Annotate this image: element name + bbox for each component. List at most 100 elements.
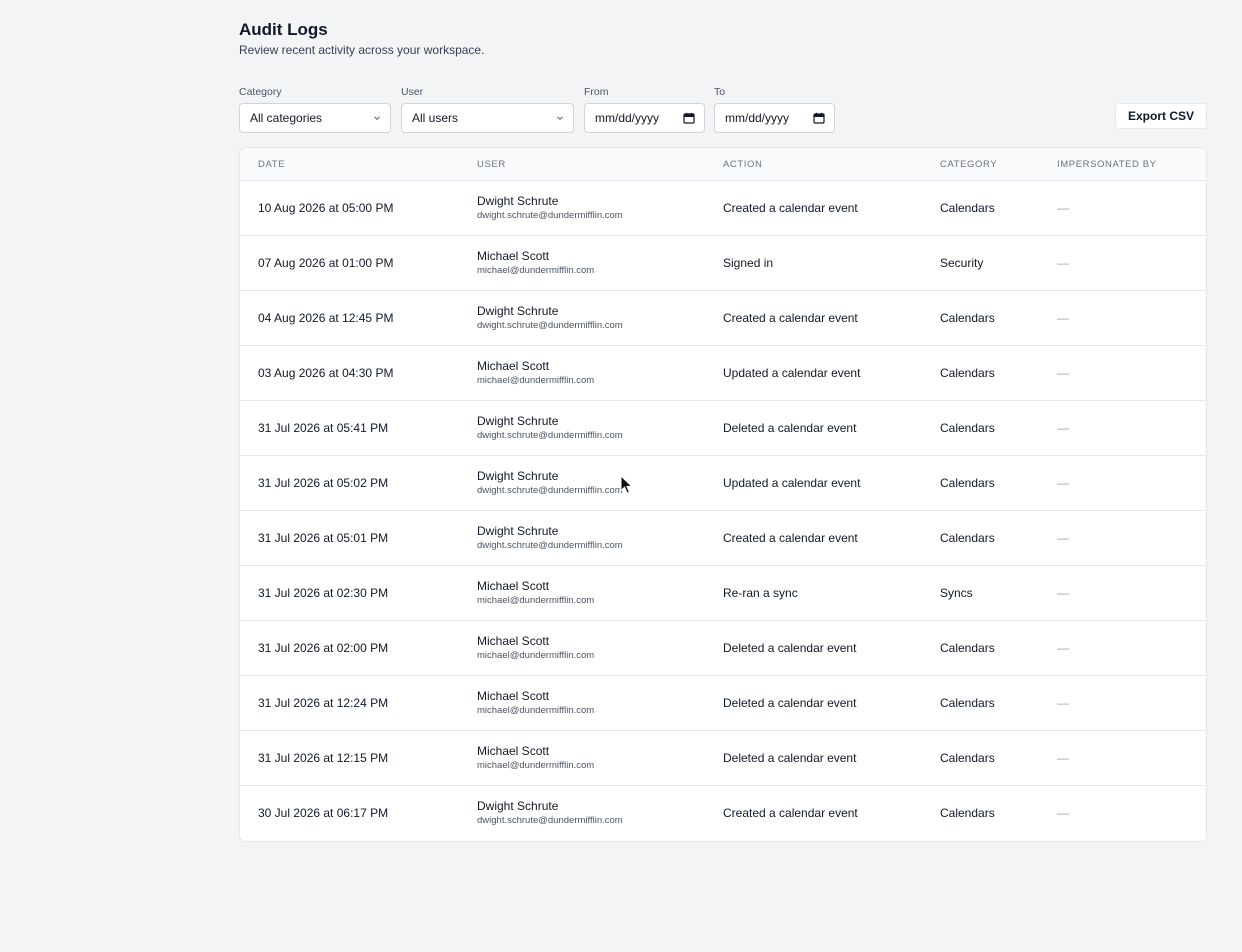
page-title: Audit Logs (239, 20, 328, 39)
impersonated-by-text: — (1057, 201, 1069, 215)
row-action: Re-ran a sync (723, 566, 798, 620)
row-action: Deleted a calendar event (723, 401, 856, 455)
export-csv-button[interactable]: Export CSV (1114, 103, 1207, 129)
row-category: Calendars (940, 401, 995, 455)
table-body: 10 Aug 2026 at 05:00 PM Dwight Schrute dwi… (240, 181, 1206, 841)
table-row: 03 Aug 2026 at 04:30 PM Michael Scott mich… (240, 346, 1206, 401)
to-filter-label: To (714, 86, 726, 98)
date-text: 31 Jul 2026 at 02:00 PM (258, 641, 389, 655)
category-text: Calendars (940, 531, 995, 545)
row-impersonated-by: — (1057, 676, 1069, 730)
calendar-icon[interactable] (683, 112, 695, 124)
category-text: Calendars (940, 476, 995, 490)
calendar-icon[interactable] (813, 112, 825, 124)
row-date: 30 Jul 2026 at 06:17 PM (258, 786, 388, 840)
user-name: Dwight Schrute (477, 304, 559, 318)
action-text: Created a calendar event (723, 531, 858, 545)
page-subtitle: Review recent activity across your works… (239, 43, 485, 57)
table-row: 31 Jul 2026 at 12:24 PM Michael Scott mich… (240, 676, 1206, 731)
column-header-action: ACTION (723, 159, 763, 170)
table-row: 30 Jul 2026 at 06:17 PM Dwight Schrute dwi… (240, 786, 1206, 841)
row-action: Deleted a calendar event (723, 621, 856, 675)
to-filter: To mm/dd/yyyy (714, 85, 835, 133)
user-email: michael@dundermifflin.com (477, 705, 595, 716)
row-action: Created a calendar event (723, 291, 858, 345)
category-select[interactable]: All categories (239, 103, 391, 133)
row-user: Dwight Schrute dwight.schrute@dundermiffl… (477, 401, 623, 455)
action-text: Deleted a calendar event (723, 641, 857, 655)
action-text: Created a calendar event (723, 311, 858, 325)
category-text: Security (940, 256, 984, 270)
category-text: Calendars (940, 421, 995, 435)
row-impersonated-by: — (1057, 786, 1069, 840)
row-category: Calendars (940, 731, 995, 785)
row-user: Dwight Schrute dwight.schrute@dundermiffl… (477, 786, 623, 840)
row-date: 31 Jul 2026 at 02:00 PM (258, 621, 388, 675)
column-header-user: USER (477, 159, 506, 170)
user-email: michael@dundermifflin.com (477, 760, 595, 771)
user-name: Dwight Schrute (477, 799, 559, 813)
row-user: Michael Scott michael@dundermifflin.com (477, 676, 594, 730)
impersonated-by-text: — (1057, 311, 1069, 325)
category-text: Calendars (940, 806, 995, 820)
date-text: 03 Aug 2026 at 04:30 PM (258, 366, 394, 380)
user-email: michael@dundermifflin.com (477, 595, 595, 606)
impersonated-by-text: — (1057, 696, 1069, 710)
category-text: Calendars (940, 201, 995, 215)
user-email: michael@dundermifflin.com (477, 650, 595, 661)
table-row: 04 Aug 2026 at 12:45 PM Dwight Schrute dwi… (240, 291, 1206, 346)
impersonated-by-text: — (1057, 641, 1069, 655)
row-action: Created a calendar event (723, 511, 858, 565)
user-name: Michael Scott (477, 249, 550, 263)
table-row: 31 Jul 2026 at 05:41 PM Dwight Schrute dwi… (240, 401, 1206, 456)
user-name: Dwight Schrute (477, 194, 559, 208)
date-text: 31 Jul 2026 at 05:01 PM (258, 531, 389, 545)
table-row: 31 Jul 2026 at 02:00 PM Michael Scott mich… (240, 621, 1206, 676)
row-action: Updated a calendar event (723, 346, 860, 400)
action-text: Updated a calendar event (723, 476, 861, 490)
row-user: Michael Scott michael@dundermifflin.com (477, 566, 594, 620)
row-category: Calendars (940, 181, 995, 235)
row-category: Calendars (940, 676, 995, 730)
user-email: dwight.schrute@dundermifflin.com (477, 540, 623, 551)
row-impersonated-by: — (1057, 621, 1069, 675)
to-date-input[interactable]: mm/dd/yyyy (714, 103, 835, 133)
table-row: 07 Aug 2026 at 01:00 PM Michael Scott mich… (240, 236, 1206, 291)
row-action: Updated a calendar event (723, 456, 860, 510)
row-impersonated-by: — (1057, 181, 1069, 235)
action-text: Created a calendar event (723, 201, 858, 215)
action-text: Deleted a calendar event (723, 421, 857, 435)
category-text: Calendars (940, 641, 995, 655)
row-date: 31 Jul 2026 at 02:30 PM (258, 566, 388, 620)
category-text: Syncs (940, 586, 973, 600)
from-date-value: mm/dd/yyyy (595, 111, 660, 125)
user-select[interactable]: All users (401, 103, 574, 133)
user-email: dwight.schrute@dundermifflin.com (477, 210, 623, 221)
row-user: Michael Scott michael@dundermifflin.com (477, 346, 594, 400)
action-text: Deleted a calendar event (723, 751, 857, 765)
column-header-impersonated-by: IMPERSONATED BY (1057, 159, 1157, 170)
row-date: 31 Jul 2026 at 05:02 PM (258, 456, 388, 510)
from-date-input[interactable]: mm/dd/yyyy (584, 103, 705, 133)
row-category: Calendars (940, 786, 995, 840)
row-category: Calendars (940, 511, 995, 565)
category-text: Calendars (940, 311, 995, 325)
user-email: michael@dundermifflin.com (477, 375, 595, 386)
date-text: 04 Aug 2026 at 12:45 PM (258, 311, 394, 325)
impersonated-by-text: — (1057, 531, 1069, 545)
row-impersonated-by: — (1057, 566, 1069, 620)
user-email: michael@dundermifflin.com (477, 265, 595, 276)
table-row: 10 Aug 2026 at 05:00 PM Dwight Schrute dwi… (240, 181, 1206, 236)
row-date: 31 Jul 2026 at 12:24 PM (258, 676, 388, 730)
mouse-cursor-icon (620, 475, 634, 494)
impersonated-by-text: — (1057, 586, 1069, 600)
date-text: 10 Aug 2026 at 05:00 PM (258, 201, 394, 215)
chevron-down-icon (557, 116, 563, 121)
row-date: 31 Jul 2026 at 05:41 PM (258, 401, 388, 455)
audit-log-table: DATE USER ACTION CATEGORY IMPERSONATED B… (239, 147, 1207, 842)
to-date-value: mm/dd/yyyy (725, 111, 790, 125)
date-text: 07 Aug 2026 at 01:00 PM (258, 256, 394, 270)
row-action: Deleted a calendar event (723, 676, 856, 730)
row-impersonated-by: — (1057, 511, 1069, 565)
date-text: 31 Jul 2026 at 05:41 PM (258, 421, 389, 435)
